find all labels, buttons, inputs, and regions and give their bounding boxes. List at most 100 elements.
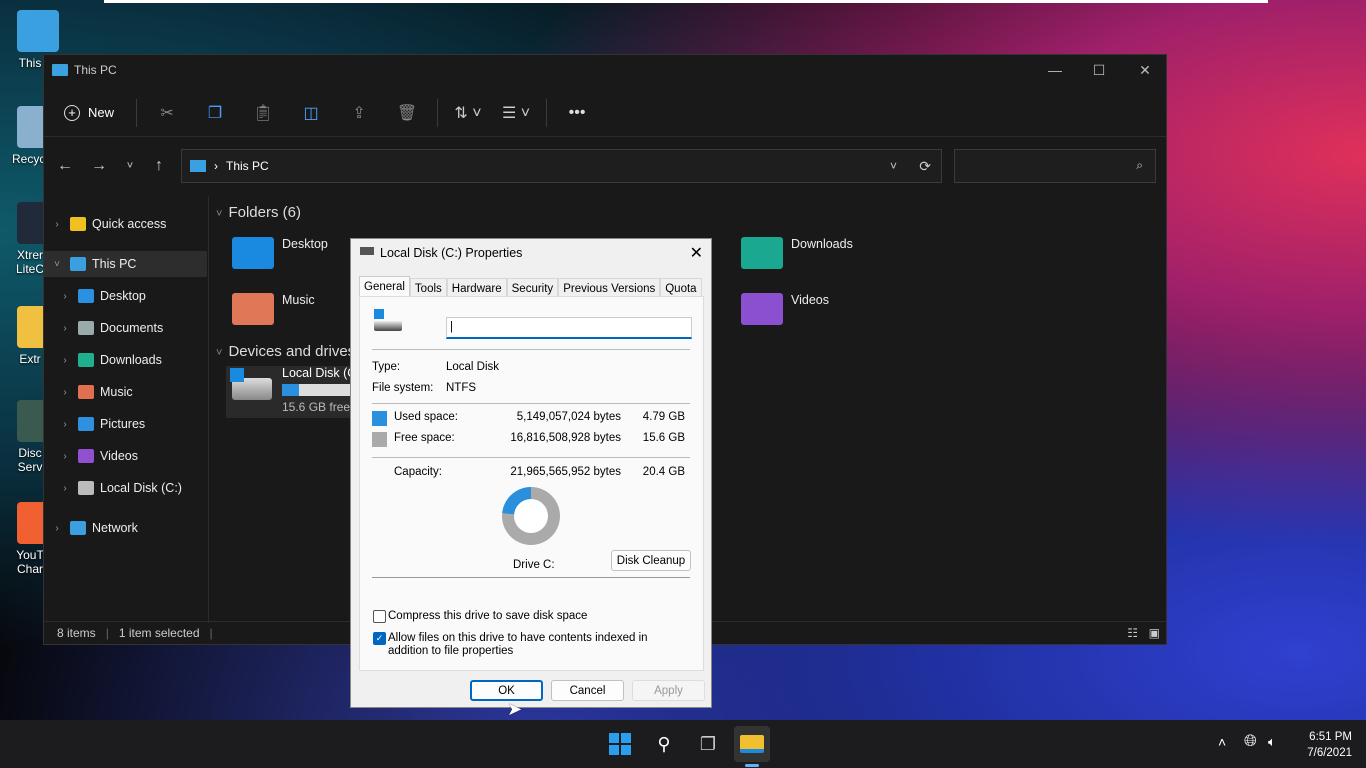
chevron-right-icon[interactable]: ›	[58, 387, 72, 398]
divider	[136, 98, 138, 127]
item-count: 8 items	[57, 626, 96, 640]
type-label: Type:	[372, 361, 401, 373]
rename-icon[interactable]: ◫	[287, 97, 335, 129]
folder-icon	[70, 521, 86, 535]
details-view-icon[interactable]: ☷	[1127, 626, 1138, 640]
task-view-button[interactable]: ❐	[690, 726, 726, 762]
free-space-bytes: 16,816,508,928 bytes	[510, 432, 621, 444]
chevron-right-icon[interactable]: ›	[58, 323, 72, 334]
recent-chevron-icon[interactable]: ˅	[115, 151, 145, 181]
disk-cleanup-button[interactable]: Disk Cleanup	[611, 550, 691, 571]
sidebar-item-music[interactable]: › Music	[44, 379, 207, 405]
folder-tile-desktop[interactable]: Desktop	[232, 237, 328, 269]
time: 6:51 PM	[1309, 731, 1352, 743]
share-icon[interactable]: ⇪	[335, 97, 383, 129]
address-bar[interactable]: › This PC ˅ ⟳	[181, 149, 942, 183]
minimize-button[interactable]: —	[1032, 55, 1078, 85]
show-hidden-icons-chevron-icon[interactable]: ˄	[1218, 734, 1226, 750]
sidebar-item-quick-access[interactable]: › Quick access	[44, 211, 207, 237]
new-button[interactable]: + New	[64, 104, 130, 121]
back-button[interactable]: ←	[50, 151, 80, 181]
sidebar-item-downloads[interactable]: › Downloads	[44, 347, 207, 373]
sidebar-item-videos[interactable]: › Videos	[44, 443, 207, 469]
cut-icon[interactable]: ✂	[143, 97, 191, 129]
drive-tile[interactable]: Local Disk (C:) 15.6 GB free of 20.4 GB	[226, 366, 364, 418]
folder-tile-music[interactable]: Music	[232, 293, 315, 325]
folder-icon	[740, 735, 764, 753]
folder-icon	[78, 321, 94, 335]
divider	[372, 577, 690, 578]
start-button[interactable]	[602, 726, 638, 762]
volume-icon[interactable]: 🔈︎	[1268, 734, 1276, 750]
chevron-down-icon[interactable]: ˅	[890, 159, 897, 173]
folder-tile-downloads[interactable]: Downloads	[741, 237, 853, 269]
chevron-right-icon[interactable]: ›	[58, 451, 72, 462]
divider	[372, 349, 690, 350]
delete-icon[interactable]: 🗑︎	[383, 97, 431, 129]
plus-circle-icon: +	[64, 104, 80, 121]
index-checkbox[interactable]: ✓	[373, 632, 386, 645]
chevron-right-icon[interactable]: ›	[58, 483, 72, 494]
search-button[interactable]: ⚲	[646, 726, 682, 762]
capacity-size: 20.4 GB	[642, 466, 685, 478]
windows-logo-icon	[609, 733, 631, 755]
paste-icon[interactable]: 📋︎	[239, 97, 287, 129]
file-explorer-taskbar-button[interactable]	[734, 726, 770, 762]
sidebar-item-pictures[interactable]: › Pictures	[44, 411, 207, 437]
search-input[interactable]: ⌕	[954, 149, 1156, 183]
chevron-right-icon[interactable]: ›	[58, 419, 72, 430]
up-button[interactable]: ↑	[144, 151, 174, 181]
maximize-button[interactable]: ☐	[1076, 55, 1122, 85]
apply-button[interactable]: Apply	[632, 680, 705, 701]
taskbar: ⚲ ❐ ˄ 🌐︎ 🔈︎ 6:51 PM 7/6/2021	[0, 720, 1366, 768]
folder-icon	[78, 417, 94, 431]
divider	[437, 98, 439, 127]
chevron-down-icon[interactable]: ˅	[50, 259, 64, 270]
chevron-right-icon[interactable]: ›	[50, 523, 64, 534]
used-space-bytes: 5,149,057,024 bytes	[516, 411, 621, 423]
clock[interactable]: 6:51 PM 7/6/2021	[1307, 729, 1352, 761]
close-button[interactable]: ✕	[690, 243, 703, 263]
copy-icon[interactable]: ❐	[191, 97, 239, 129]
sidebar-item-desktop[interactable]: › Desktop	[44, 283, 207, 309]
breadcrumb[interactable]: This PC	[226, 159, 269, 173]
selection-count: 1 item selected	[118, 626, 200, 640]
folders-section-header[interactable]: ˅ Folders (6)	[216, 204, 301, 221]
folder-tile-videos[interactable]: Videos	[741, 293, 829, 325]
title-bar: This PC	[44, 55, 1166, 85]
monitor-icon	[52, 64, 68, 76]
sidebar-item-documents[interactable]: › Documents	[44, 315, 207, 341]
forward-button[interactable]: →	[84, 151, 114, 181]
cancel-button[interactable]: Cancel	[551, 680, 624, 701]
chevron-right-icon[interactable]: ›	[50, 219, 64, 230]
compress-label: Compress this drive to save disk space	[388, 610, 588, 622]
chevron-right-icon[interactable]: ›	[58, 355, 72, 366]
navigation-pane: › Quick access ˅ This PC › Desktop › Documents ›…	[44, 196, 209, 623]
general-tab-panel: | Type: Local Disk File system: NTFS Use…	[359, 296, 704, 671]
more-icon[interactable]: •••	[553, 97, 601, 129]
sidebar-item-this-pc[interactable]: ˅ This PC	[44, 251, 207, 277]
network-icon[interactable]: 🌐︎	[1244, 733, 1257, 751]
compress-checkbox[interactable]	[373, 610, 386, 623]
sidebar-item-label: Music	[100, 385, 133, 399]
tiles-view-icon[interactable]: ▣	[1149, 626, 1160, 640]
ok-button[interactable]: OK	[470, 680, 543, 701]
folder-icon	[78, 385, 94, 399]
free-space-label: Free space:	[394, 432, 455, 444]
shortcut-icon	[17, 10, 59, 52]
folder-label: Downloads	[791, 237, 853, 251]
sidebar-item-network[interactable]: › Network	[44, 515, 207, 541]
devices-section-header[interactable]: ˅ Devices and drives	[216, 343, 355, 360]
folder-icon	[78, 449, 94, 463]
top-strip	[104, 0, 1268, 3]
drive-name-input[interactable]: |	[446, 317, 692, 339]
free-space-size: 15.6 GB	[642, 432, 685, 444]
windows-logo-icon	[374, 309, 384, 319]
close-button[interactable]: ✕	[1122, 55, 1168, 85]
chevron-right-icon[interactable]: ›	[58, 291, 72, 302]
sidebar-item-local-disk-c[interactable]: › Local Disk (C:)	[44, 475, 207, 501]
view-icon[interactable]: ☰ ˅	[492, 97, 540, 129]
downloads-folder-icon	[741, 237, 783, 269]
sort-icon[interactable]: ⇅ ˅	[444, 97, 492, 129]
refresh-icon[interactable]: ⟳	[919, 158, 931, 175]
